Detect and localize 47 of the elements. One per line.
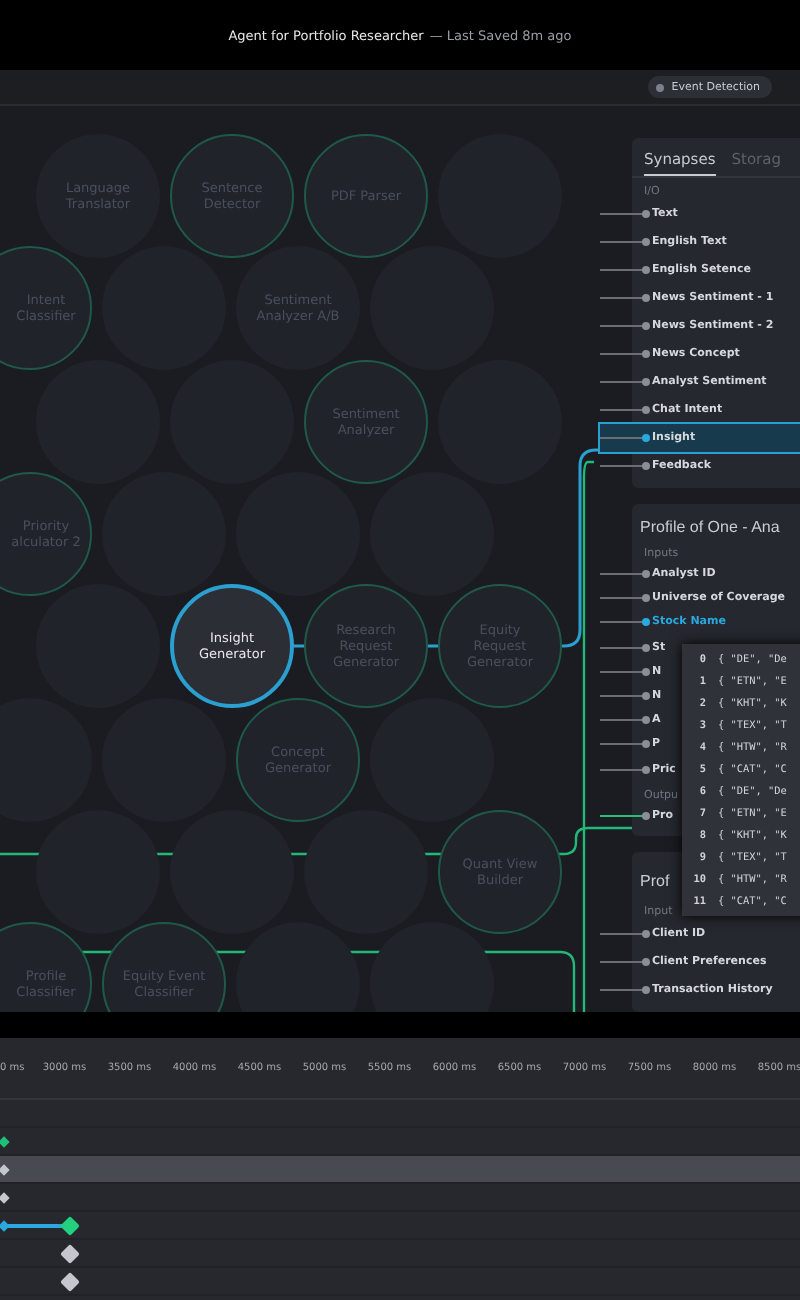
port-connector: [600, 376, 652, 388]
port-connector: [600, 264, 652, 276]
port-connector: [600, 641, 652, 654]
port-connector: [600, 592, 652, 605]
agent-node[interactable]: [0, 246, 92, 371]
agent-node[interactable]: [370, 922, 494, 1012]
timeline-track[interactable]: [0, 1240, 800, 1268]
port-connector: [600, 738, 652, 751]
agent-node[interactable]: [236, 246, 360, 371]
port-connector: [600, 616, 652, 629]
keyframe-icon[interactable]: [0, 1163, 10, 1175]
port-connector: [600, 208, 652, 220]
port-connector: [600, 763, 652, 776]
port-connector: [600, 404, 652, 416]
port-connector: [600, 236, 652, 248]
card-title: Profile of One - Ana: [640, 518, 780, 536]
port-connector: [600, 665, 652, 678]
timeline-track[interactable]: [0, 1212, 800, 1240]
port-connector: [600, 927, 652, 940]
keyframe-icon[interactable]: [59, 1271, 79, 1291]
keyframe-icon[interactable]: [0, 1219, 10, 1231]
keyframe-icon[interactable]: [0, 1191, 10, 1203]
keyframe-icon[interactable]: [0, 1135, 10, 1147]
port-connector: [600, 690, 652, 703]
port-connector: [600, 432, 652, 444]
agent-node[interactable]: [236, 922, 360, 1012]
port-connector: [600, 955, 652, 968]
port-connector: [600, 348, 652, 360]
port-connector: [600, 292, 652, 304]
agent-node[interactable]: [304, 584, 428, 709]
keyframe-icon[interactable]: [59, 1243, 79, 1263]
port-connector: [600, 983, 652, 996]
agent-node[interactable]: [236, 471, 360, 596]
timeline-track[interactable]: [0, 1156, 800, 1184]
agent-node[interactable]: [236, 697, 360, 821]
agent-node[interactable]: [0, 471, 92, 596]
port-connector: [600, 809, 652, 822]
card-title: Prof: [640, 871, 670, 890]
port-connector: [600, 320, 652, 332]
port-connector: [600, 714, 652, 727]
agent-node[interactable]: [370, 697, 494, 821]
agent-node[interactable]: [102, 922, 226, 1012]
agent-node[interactable]: [36, 359, 160, 484]
port-connector: [600, 460, 652, 472]
keyframe-icon[interactable]: [59, 1215, 79, 1235]
timeline-track[interactable]: [0, 1268, 800, 1296]
port-connector: [600, 568, 652, 581]
